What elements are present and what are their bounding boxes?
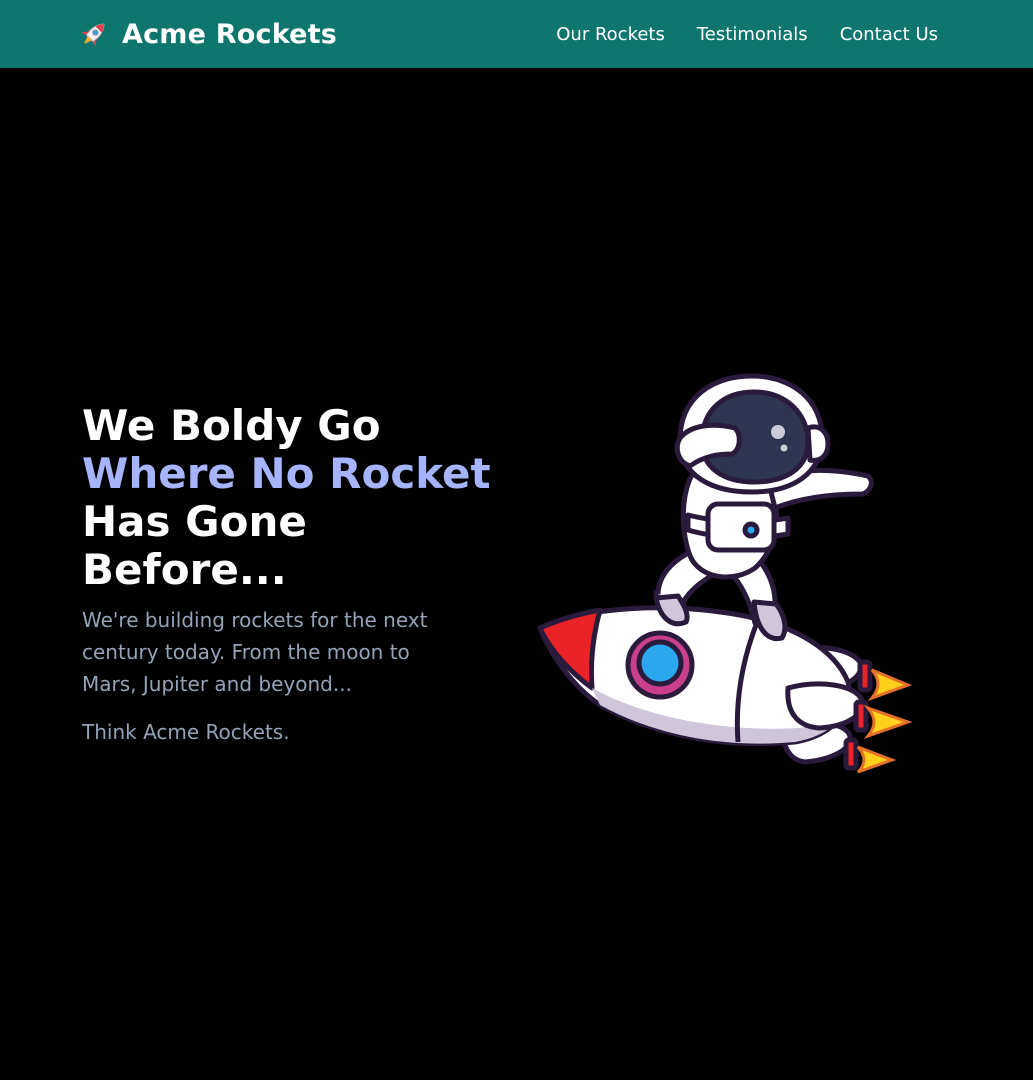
- hero-tagline: Think Acme Rockets.: [82, 720, 290, 744]
- astronaut-on-rocket-illustration: [537, 373, 913, 774]
- hero-section: We Boldy Go Where No Rocket Has Gone Bef…: [82, 402, 502, 748]
- hero-headline: We Boldy Go Where No Rocket Has Gone Bef…: [82, 402, 502, 594]
- brand-link[interactable]: Acme Rockets: [78, 18, 337, 50]
- nav-link-contact-us[interactable]: Contact Us: [840, 24, 938, 45]
- brand-name: Acme Rockets: [122, 18, 338, 50]
- main-nav: Our Rockets Testimonials Contact Us: [524, 24, 938, 45]
- hero-subtitle: We're building rockets for the next cent…: [82, 608, 428, 696]
- headline-line-3: Has Gone: [82, 497, 307, 546]
- headline-line-4: Before...: [82, 545, 287, 594]
- nav-link-testimonials[interactable]: Testimonials: [697, 24, 808, 45]
- nav-link-our-rockets[interactable]: Our Rockets: [556, 24, 665, 45]
- site-header: Acme Rockets Our Rockets Testimonials Co…: [0, 0, 1033, 68]
- headline-accent: Where No Rocket: [82, 449, 491, 498]
- rocket-icon: [81, 23, 105, 47]
- headline-line-1: We Boldy Go: [82, 401, 381, 450]
